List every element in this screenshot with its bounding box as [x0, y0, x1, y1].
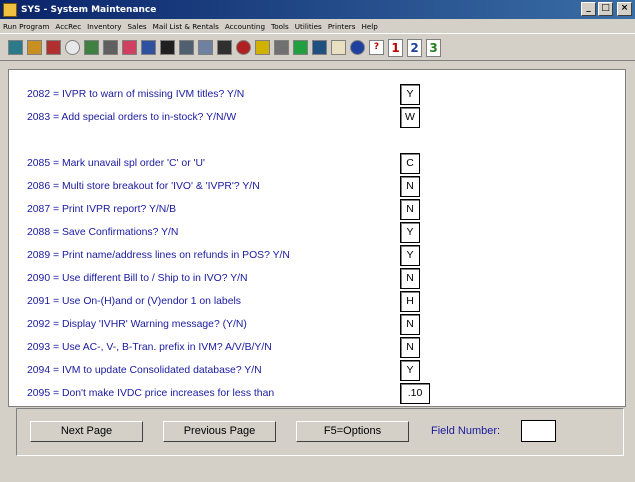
setting-2093-label: 2093 = Use AC-, V-, B-Tran. prefix in IV… — [27, 342, 272, 353]
screen-2-button[interactable]: 2 — [407, 38, 422, 57]
inventory-icon[interactable] — [27, 40, 42, 55]
menu-printers[interactable]: Printers — [325, 22, 359, 31]
options-button[interactable]: F5=Options — [296, 421, 409, 442]
app-icon — [3, 2, 17, 17]
network-icon[interactable] — [179, 40, 194, 55]
setting-2088-field[interactable]: Y — [400, 222, 420, 243]
menu-accounting[interactable]: Accounting — [222, 22, 268, 31]
mail-icon[interactable] — [312, 40, 327, 55]
report-icon[interactable] — [84, 40, 99, 55]
lock-icon[interactable] — [255, 40, 270, 55]
setting-2083-label: 2083 = Add special orders to in-stock? Y… — [27, 112, 237, 123]
stop-icon[interactable] — [236, 40, 251, 55]
tax-icon[interactable] — [331, 40, 346, 55]
setting-2083-field[interactable]: W — [400, 107, 420, 128]
screen-1-button[interactable]: 1 — [388, 38, 403, 57]
customer-icon[interactable] — [8, 40, 23, 55]
setting-2085-label: 2085 = Mark unavail spl order 'C' or 'U' — [27, 158, 206, 169]
setting-2086-field[interactable]: N — [400, 176, 420, 197]
checklist-icon[interactable] — [141, 40, 156, 55]
setting-2092-label: 2092 = Display 'IVHR' Warning message? (… — [27, 319, 247, 330]
setting-2095-label: 2095 = Don't make IVDC price increases f… — [27, 388, 275, 399]
setting-2091-field[interactable]: H — [400, 291, 420, 312]
setting-2095-field[interactable]: .10 — [400, 383, 430, 404]
menu-tools[interactable]: Tools — [268, 22, 292, 31]
setting-2088-label: 2088 = Save Confirmations? Y/N — [27, 227, 179, 238]
menu-help[interactable]: Help — [358, 22, 380, 31]
toolbar: ? 1 2 3 — [0, 35, 635, 61]
maximize-button[interactable]: □ — [598, 2, 613, 16]
setting-2089-field[interactable]: Y — [400, 245, 420, 266]
setting-2094-field[interactable]: Y — [400, 360, 420, 381]
menu-mail-list-rentals[interactable]: Mail List & Rentals — [150, 22, 222, 31]
field-number-input[interactable] — [521, 420, 556, 442]
printer-icon[interactable] — [274, 40, 289, 55]
window-title: SYS - System Maintenance — [21, 4, 157, 15]
menu-accrec[interactable]: AccRec — [52, 22, 84, 31]
action-bar: Next Page Previous Page F5=Options Field… — [16, 408, 624, 456]
setting-2086-label: 2086 = Multi store breakout for 'IVO' & … — [27, 181, 260, 192]
setting-2093-field[interactable]: N — [400, 337, 420, 358]
setting-2090-label: 2090 = Use different Bill to / Ship to i… — [27, 273, 248, 284]
setting-2091-label: 2091 = Use On-(H)and or (V)endor 1 on la… — [27, 296, 241, 307]
minimize-button[interactable]: _ — [581, 2, 596, 16]
previous-page-button[interactable]: Previous Page — [163, 421, 276, 442]
menu-bar: Run Program AccRec Inventory Sales Mail … — [0, 19, 635, 34]
next-page-button[interactable]: Next Page — [30, 421, 143, 442]
special-order-icon[interactable] — [122, 40, 137, 55]
setting-2089-label: 2089 = Print name/address lines on refun… — [27, 250, 290, 261]
binoculars-icon[interactable] — [160, 40, 175, 55]
close-button[interactable]: × — [617, 2, 632, 16]
setting-2082-field[interactable]: Y — [400, 84, 420, 105]
field-number-label: Field Number: — [431, 425, 501, 437]
barcode-icon[interactable] — [217, 40, 232, 55]
setting-2092-field[interactable]: N — [400, 314, 420, 335]
menu-inventory[interactable]: Inventory — [84, 22, 124, 31]
menu-run-program[interactable]: Run Program — [0, 22, 52, 31]
setting-2090-field[interactable]: N — [400, 268, 420, 289]
web-icon[interactable] — [350, 40, 365, 55]
title-bar: SYS - System Maintenance _ □ × — [0, 0, 635, 19]
menu-sales[interactable]: Sales — [125, 22, 150, 31]
phone-icon[interactable] — [103, 40, 118, 55]
screen-3-button[interactable]: 3 — [426, 38, 441, 57]
setting-2087-field[interactable]: N — [400, 199, 420, 220]
menu-utilities[interactable]: Utilities — [292, 22, 325, 31]
chart-icon[interactable] — [293, 40, 308, 55]
setting-2085-field[interactable]: C — [400, 153, 420, 174]
setting-2082-label: 2082 = IVPR to warn of missing IVM title… — [27, 89, 245, 100]
settings-panel: 2082 = IVPR to warn of missing IVM title… — [8, 69, 626, 407]
setting-2094-label: 2094 = IVM to update Consolidated databa… — [27, 365, 262, 376]
sales-icon[interactable] — [46, 40, 61, 55]
help-icon[interactable]: ? — [369, 40, 384, 55]
lookup-icon[interactable] — [198, 40, 213, 55]
clock-icon[interactable] — [65, 40, 80, 55]
setting-2087-label: 2087 = Print IVPR report? Y/N/B — [27, 204, 177, 215]
